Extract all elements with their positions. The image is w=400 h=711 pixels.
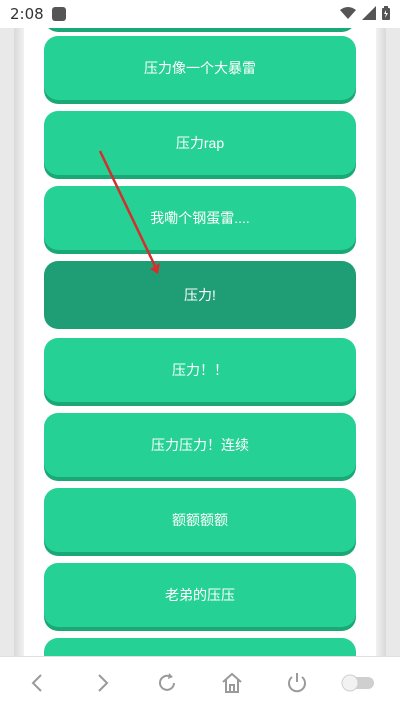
home-icon[interactable] — [220, 671, 244, 695]
sound-button-1[interactable]: 压力像一个大暴雷 — [44, 36, 356, 100]
app-notification-icon — [51, 7, 66, 21]
reload-icon[interactable] — [155, 671, 179, 695]
sound-button-3[interactable]: 我嘞个钢蛋雷.... — [44, 186, 356, 250]
signal-icon — [362, 6, 376, 20]
sound-button-6[interactable]: 压力压力！连续 — [44, 413, 356, 477]
sound-button-2[interactable]: 压力rap — [44, 111, 356, 175]
battery-icon — [382, 6, 390, 20]
forward-icon[interactable] — [90, 671, 114, 695]
sound-button-partial-bottom[interactable] — [44, 638, 356, 656]
sound-button-8[interactable]: 老弟的压压 — [44, 563, 356, 627]
power-icon[interactable] — [285, 671, 309, 695]
toggle-icon[interactable] — [340, 671, 376, 695]
wifi-icon — [340, 7, 356, 19]
status-bar: 2:08 — [0, 0, 400, 28]
sound-button-7[interactable]: 额额额额 — [44, 488, 356, 552]
sound-button-4[interactable]: 压力! — [44, 261, 356, 329]
sound-button-list[interactable]: 压力像一个大暴雷 压力rap 我嘞个钢蛋雷.... 压力! 压力！！ 压力压力！… — [24, 28, 376, 656]
browser-nav-bar — [0, 656, 400, 711]
status-icons — [340, 6, 390, 20]
sound-button-5[interactable]: 压力！！ — [44, 338, 356, 402]
back-icon[interactable] — [26, 671, 50, 695]
status-time: 2:08 — [10, 5, 44, 23]
